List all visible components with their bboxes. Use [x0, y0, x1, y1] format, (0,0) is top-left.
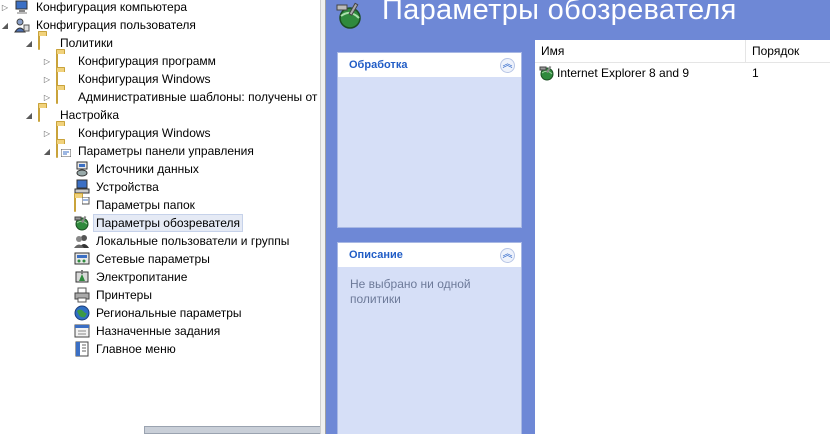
collapse-arrow-icon[interactable]: ◢ — [0, 20, 10, 30]
expand-arrow-icon[interactable]: ▷ — [42, 92, 52, 102]
tree-item-start-menu[interactable]: Главное меню — [74, 340, 178, 358]
tree-item-regional-options[interactable]: Региональные параметры — [74, 304, 244, 322]
control-panel-folder-icon — [56, 142, 72, 159]
folder-icon — [38, 34, 54, 51]
folder-icon — [38, 106, 54, 123]
processing-panel: Обработка ︽ — [337, 52, 522, 228]
tree-item-label: Конфигурация программ — [78, 54, 216, 68]
tree-item-label: Административные шаблоны: получены от — [78, 90, 318, 104]
local-users-icon — [74, 233, 90, 249]
page-title: Параметры обозревателя — [382, 0, 737, 26]
details-pane: Параметры обозревателя Обработка ︽ Описа… — [326, 0, 830, 434]
internet-settings-icon — [74, 215, 90, 231]
tree-item-label: Источники данных — [96, 162, 199, 176]
tree-item-windows-settings-pref[interactable]: ▷ Конфигурация Windows — [42, 124, 213, 142]
column-header-name[interactable]: Имя — [535, 40, 746, 62]
tree-item-user-config[interactable]: ◢ Конфигурация пользователя — [0, 16, 198, 34]
collapse-arrow-icon[interactable]: ◢ — [24, 110, 34, 120]
tree-item-label: Назначенные задания — [96, 324, 221, 338]
tree-item-label: Устройства — [96, 180, 159, 194]
tree-item-folder-options[interactable]: Параметры папок — [74, 196, 197, 214]
tree-item-preferences[interactable]: ◢ Настройка — [24, 106, 121, 124]
tree-item-windows-settings[interactable]: ▷ Конфигурация Windows — [42, 70, 213, 88]
internet-settings-icon — [336, 2, 361, 29]
tree-item-devices[interactable]: Устройства — [74, 178, 161, 196]
tree-item-label: Конфигурация Windows — [78, 72, 211, 86]
tree-item-internet-settings[interactable]: Параметры обозревателя — [74, 214, 244, 232]
internet-settings-icon — [539, 65, 554, 81]
tree-item-control-panel-settings[interactable]: ◢ Параметры панели управления — [42, 142, 256, 160]
tree-item-label: Конфигурация компьютера — [36, 0, 188, 14]
description-panel-header[interactable]: Описание ︽ — [338, 243, 521, 267]
user-icon — [14, 17, 30, 33]
power-options-icon — [74, 269, 90, 285]
tree-item-label: Локальные пользователи и группы — [96, 234, 290, 248]
tree-item-computer-config[interactable]: ▷ Конфигурация компьютера — [0, 0, 189, 16]
expand-arrow-icon[interactable]: ▷ — [42, 128, 52, 138]
double-chevron-up-icon[interactable]: ︽ — [500, 247, 515, 263]
tree-item-network-options[interactable]: Сетевые параметры — [74, 250, 212, 268]
description-panel: Описание ︽ Не выбрано ни одной политики — [337, 242, 522, 434]
expand-arrow-icon[interactable]: ▷ — [42, 56, 52, 66]
printers-icon — [74, 287, 90, 303]
data-sources-icon — [74, 161, 90, 177]
regional-options-icon — [74, 305, 90, 321]
network-options-icon — [74, 251, 90, 267]
computer-icon — [14, 0, 30, 15]
tree-item-label: Принтеры — [96, 288, 152, 302]
tree-item-label: Параметры панели управления — [78, 144, 254, 158]
scheduled-tasks-icon — [74, 323, 90, 339]
tree-item-data-sources[interactable]: Источники данных — [74, 160, 201, 178]
column-header-order[interactable]: Порядок — [746, 40, 830, 62]
tree-item-label: Конфигурация Windows — [78, 126, 211, 140]
processing-panel-title: Обработка — [349, 59, 408, 71]
extension-title-bar: Параметры обозревателя — [326, 0, 830, 40]
tree-item-label: Политики — [60, 36, 113, 50]
items-list: Имя Порядок Internet Explorer 8 and 9 1 — [535, 40, 830, 434]
description-text: Не выбрано ни одной политики — [350, 277, 471, 306]
tree-item-policies[interactable]: ◢ Политики — [24, 34, 115, 52]
start-menu-icon — [74, 341, 90, 357]
console-tree: ▷ Конфигурация компьютера ◢ Конфигурация… — [0, 0, 320, 434]
horizontal-scrollbar-thumb[interactable] — [144, 426, 320, 434]
tree-item-label: Электропитание — [96, 270, 188, 284]
list-row[interactable]: Internet Explorer 8 and 9 1 — [535, 63, 830, 83]
list-row-name: Internet Explorer 8 and 9 — [557, 66, 690, 80]
list-row-order: 1 — [752, 66, 759, 80]
folder-icon — [56, 88, 72, 105]
expand-arrow-icon[interactable]: ▷ — [42, 74, 52, 84]
folder-options-icon — [74, 196, 90, 213]
tree-item-label: Настройка — [60, 108, 120, 122]
expand-arrow-icon[interactable]: ▷ — [0, 2, 10, 12]
list-header: Имя Порядок — [535, 40, 830, 63]
processing-panel-header[interactable]: Обработка ︽ — [338, 53, 521, 77]
collapse-arrow-icon[interactable]: ◢ — [24, 38, 34, 48]
double-chevron-up-icon[interactable]: ︽ — [500, 57, 515, 73]
tree-item-admin-templates[interactable]: ▷ Административные шаблоны: получены от — [42, 88, 319, 106]
collapse-arrow-icon[interactable]: ◢ — [42, 146, 52, 156]
description-panel-title: Описание — [349, 249, 403, 261]
tree-item-label: Конфигурация пользователя — [36, 18, 196, 32]
tree-item-software-settings[interactable]: ▷ Конфигурация программ — [42, 52, 218, 70]
tree-item-label: Главное меню — [96, 342, 176, 356]
tree-item-scheduled-tasks[interactable]: Назначенные задания — [74, 322, 222, 340]
tree-item-power-options[interactable]: Электропитание — [74, 268, 189, 286]
tree-item-label: Параметры обозревателя — [92, 214, 244, 232]
tree-item-printers[interactable]: Принтеры — [74, 286, 154, 304]
tree-item-label: Параметры папок — [96, 198, 195, 212]
tree-item-label: Сетевые параметры — [96, 252, 210, 266]
tree-item-label: Региональные параметры — [96, 306, 242, 320]
tree-item-local-users-groups[interactable]: Локальные пользователи и группы — [74, 232, 291, 250]
